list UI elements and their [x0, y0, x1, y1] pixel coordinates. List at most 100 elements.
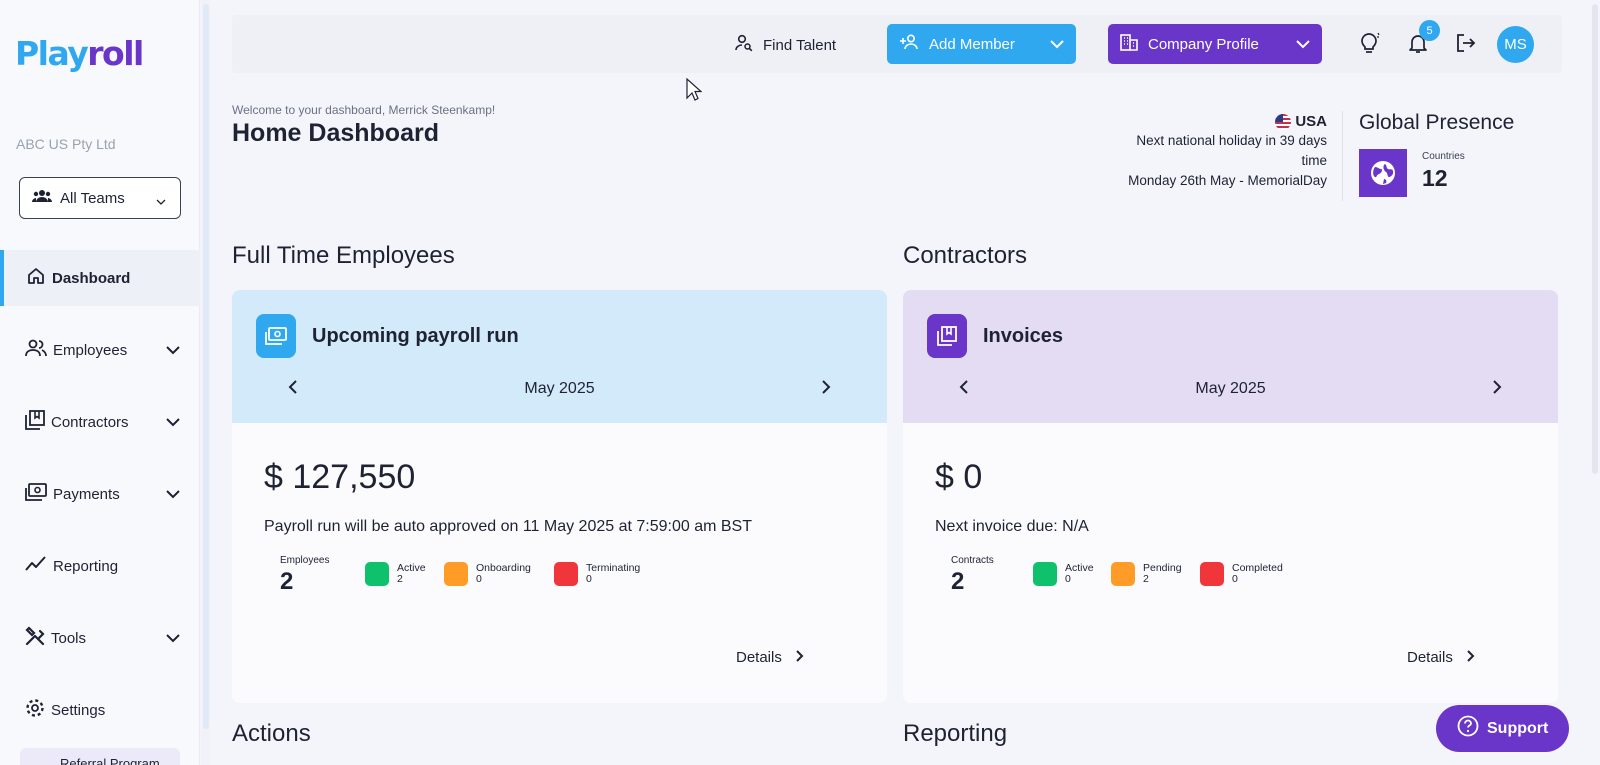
invoices-amount: $ 0	[935, 458, 983, 496]
contracts-label: Contracts	[951, 555, 994, 566]
chevron-down-icon	[166, 630, 180, 647]
chevron-left-icon[interactable]	[288, 380, 298, 399]
legend-pending: Pending 2	[1143, 563, 1182, 585]
sidebar-item-employees[interactable]: Employees	[0, 322, 200, 378]
contract-icon	[927, 314, 967, 358]
teams-icon	[32, 189, 52, 207]
chevron-down-icon	[156, 192, 166, 209]
sidebar-item-payments[interactable]: Payments	[0, 466, 200, 522]
fte-section-title: Full Time Employees	[232, 242, 455, 269]
add-person-icon	[899, 34, 919, 54]
holiday-info: Next national holiday in 39 days time Mo…	[1090, 131, 1327, 191]
playroll-logo[interactable]: Playroll	[15, 34, 144, 73]
countries-label: Countries	[1422, 151, 1465, 162]
notification-badge: 5	[1419, 20, 1440, 41]
country-label: USA	[1295, 113, 1327, 130]
person-search-icon	[735, 34, 753, 56]
company-name: ABC US Pty Ltd	[16, 136, 116, 152]
usa-flag-icon	[1275, 113, 1292, 130]
actions-section-title: Actions	[232, 720, 311, 747]
sidebar-item-label: Reporting	[53, 557, 119, 575]
mouse-cursor-icon	[686, 77, 703, 107]
chevron-down-icon[interactable]	[1050, 36, 1064, 53]
sidebar-item-settings[interactable]: Settings	[0, 682, 200, 738]
sidebar-item-label: Payments	[53, 485, 120, 503]
contracts-count: 2	[951, 568, 965, 595]
details-label: Details	[1407, 649, 1453, 666]
company-profile-label: Company Profile	[1148, 35, 1259, 53]
payroll-card-title: Upcoming payroll run	[312, 325, 519, 347]
main-scrollbar-thumb[interactable]	[1592, 4, 1598, 474]
contractors-section-title: Contractors	[903, 242, 1028, 269]
chevron-right-icon	[796, 649, 804, 666]
find-talent-button[interactable]: Find Talent	[735, 34, 836, 56]
payroll-amount: $ 127,550	[264, 458, 416, 496]
divider	[1342, 111, 1343, 201]
chevron-right-icon[interactable]	[1492, 380, 1502, 399]
chevron-right-icon	[1467, 649, 1475, 666]
chevron-right-icon[interactable]	[821, 380, 831, 399]
holiday-countdown: Next national holiday in 39 days	[1136, 133, 1327, 148]
details-label: Details	[736, 649, 782, 666]
legend-value: 0	[1232, 573, 1238, 585]
invoices-details-link[interactable]: Details	[1407, 649, 1475, 666]
onboarding-status-swatch	[444, 562, 468, 586]
chevron-left-icon[interactable]	[959, 380, 969, 399]
chevron-down-icon[interactable]	[1296, 36, 1310, 53]
avatar[interactable]: MS	[1497, 26, 1534, 63]
payroll-card: Upcoming payroll run May 2025 $ 127,550 …	[232, 290, 887, 703]
country-indicator: USA	[1270, 113, 1327, 130]
building-icon	[1120, 33, 1138, 55]
support-label: Support	[1487, 719, 1549, 737]
reporting-section-title: Reporting	[903, 720, 1008, 747]
home-icon	[26, 266, 46, 290]
welcome-message: Welcome to your dashboard, Merrick Steen…	[232, 103, 496, 117]
lightbulb-icon[interactable]	[1356, 30, 1382, 56]
legend-label: Terminating	[586, 562, 641, 574]
sidebar-item-reporting[interactable]: Reporting	[0, 538, 200, 594]
referral-program-link[interactable]: Referral Program	[20, 748, 180, 765]
payroll-month: May 2025	[524, 380, 595, 397]
team-select-label: All Teams	[60, 189, 125, 207]
chevron-down-icon	[166, 342, 180, 359]
support-button[interactable]: Support	[1436, 705, 1569, 752]
legend-label: Completed	[1232, 562, 1283, 574]
legend-value: 0	[476, 573, 482, 585]
sidebar-item-label: Settings	[51, 701, 106, 719]
add-member-button[interactable]: Add Member	[887, 24, 1076, 64]
team-select[interactable]: All Teams	[19, 177, 181, 219]
invoices-card: Invoices May 2025 $ 0 Next invoice due: …	[903, 290, 1558, 703]
active-status-swatch	[1033, 562, 1057, 586]
company-profile-button[interactable]: Company Profile	[1108, 24, 1322, 64]
logout-icon[interactable]	[1453, 30, 1479, 56]
trend-icon	[25, 556, 47, 576]
sidebar-item-dashboard[interactable]: Dashboard	[0, 250, 200, 306]
payroll-icon	[256, 314, 296, 358]
sidebar-scrollbar[interactable]	[201, 0, 210, 765]
invoices-month: May 2025	[1195, 380, 1266, 397]
main-scrollbar[interactable]	[1590, 0, 1600, 765]
employees-count: 2	[280, 568, 294, 595]
sidebar-item-label: Dashboard	[52, 269, 131, 287]
sidebar-item-label: Employees	[53, 341, 128, 359]
invoices-card-title: Invoices	[983, 325, 1064, 347]
legend-onboarding: Onboarding 0	[476, 563, 531, 585]
find-talent-label: Find Talent	[763, 36, 837, 54]
payroll-details-link[interactable]: Details	[736, 649, 804, 666]
pending-status-swatch	[1111, 562, 1135, 586]
add-member-label: Add Member	[929, 35, 1015, 53]
contract-icon	[25, 410, 45, 434]
help-icon	[1457, 715, 1479, 742]
legend-value: 0	[586, 573, 592, 585]
sidebar-item-contractors[interactable]: Contractors	[0, 394, 200, 450]
chevron-down-icon	[166, 414, 180, 431]
sidebar-scrollbar-thumb[interactable]	[203, 4, 209, 729]
terminating-status-swatch	[554, 562, 578, 586]
page-title: Home Dashboard	[232, 119, 439, 147]
payroll-approval-note: Payroll run will be auto approved on 11 …	[264, 518, 752, 535]
sidebar-item-tools[interactable]: Tools	[0, 610, 200, 666]
logo-part-1: Play	[15, 34, 89, 73]
legend-active: Active 0	[1065, 563, 1094, 585]
payments-icon	[25, 483, 47, 505]
people-icon	[25, 339, 47, 361]
